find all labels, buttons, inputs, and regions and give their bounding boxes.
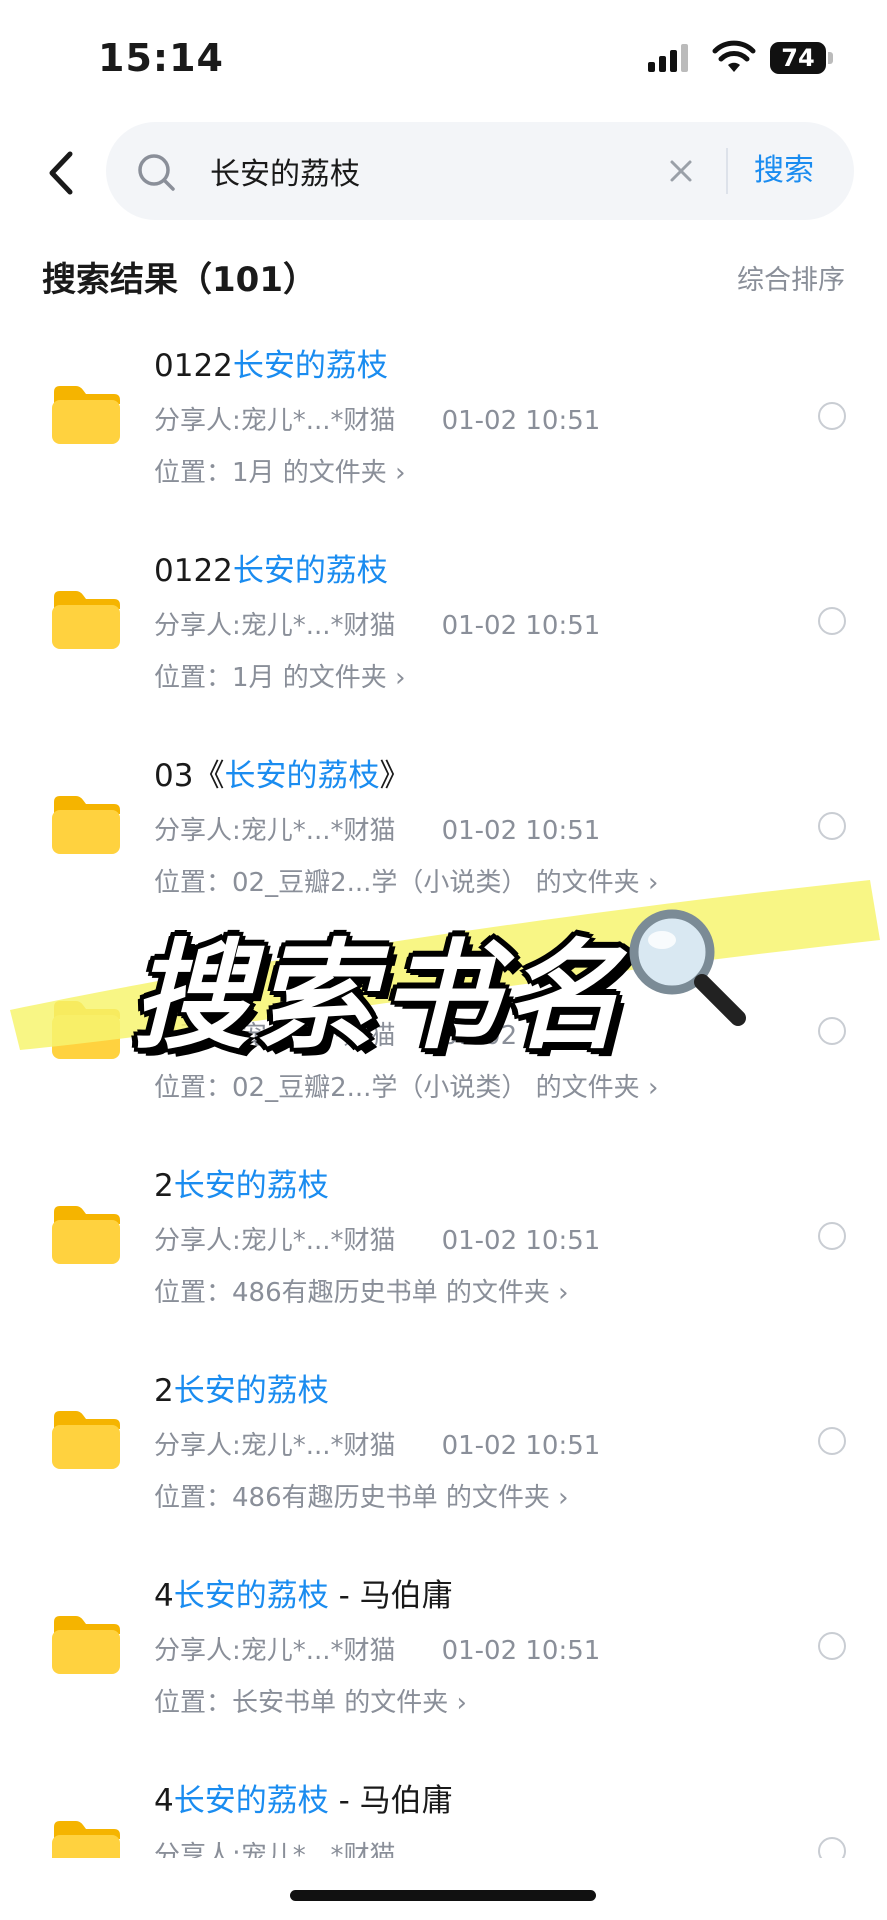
list-item[interactable]: 0122长安的荔枝 分享人:宠儿*...*财猫 01-02 10:51 位置：1月…: [0, 523, 887, 728]
item-meta: 分享人:宠儿*...*财猫 01-02 10:51: [154, 1431, 601, 1461]
wifi-icon: [712, 40, 756, 72]
list-item[interactable]: 2长安的荔枝 分享人:宠儿*...*财猫 01-02 10:51 位置：486有趣…: [0, 1138, 887, 1343]
folder-icon: [52, 1206, 120, 1264]
list-item[interactable]: 分享人:宠儿*...*财猫 01-02 10:51 位置：02_豆瓣2...学（小…: [0, 933, 887, 1138]
status-bar: 15:14 74: [0, 0, 887, 110]
folder-icon: [52, 386, 120, 444]
select-radio[interactable]: [818, 1632, 846, 1660]
item-location-link[interactable]: 位置：1月 的文件夹 ›: [154, 452, 405, 489]
back-arrow-icon[interactable]: [42, 148, 82, 198]
select-radio[interactable]: [818, 1427, 846, 1455]
list-item[interactable]: 4长安的荔枝 - 马伯庸 分享人:宠儿*...*财猫 01-02 10:51 位置…: [0, 1548, 887, 1753]
item-location-link[interactable]: 位置：02_豆瓣2...学（小说类） 的文件夹 ›: [154, 1067, 658, 1104]
folder-icon: [52, 1411, 120, 1469]
item-meta: 分享人:宠儿*...*财猫: [154, 1841, 396, 1858]
item-location-link[interactable]: 位置：02_豆瓣2...学（小说类） 的文件夹 ›: [154, 862, 658, 899]
item-meta: 分享人:宠儿*...*财猫 01-02 10:51: [154, 611, 601, 641]
item-meta: 分享人:宠儿*...*财猫 01-02 10:51: [154, 1636, 601, 1666]
cellular-signal-icon: [648, 44, 688, 72]
item-meta: 分享人:宠儿*...*财猫 01-02 10:51: [154, 1021, 601, 1051]
list-item[interactable]: 2长安的荔枝 分享人:宠儿*...*财猫 01-02 10:51 位置：486有趣…: [0, 1343, 887, 1548]
select-radio[interactable]: [818, 402, 846, 430]
list-item[interactable]: 03《长安的荔枝》 分享人:宠儿*...*财猫 01-02 10:51 位置：02…: [0, 728, 887, 933]
folder-icon: [52, 796, 120, 854]
folder-icon: [52, 1616, 120, 1674]
sort-button[interactable]: 综合排序: [737, 258, 845, 297]
select-radio[interactable]: [818, 1837, 846, 1858]
item-location-link[interactable]: 位置：486有趣历史书单 的文件夹 ›: [154, 1477, 569, 1514]
item-title: 0122长安的荔枝: [154, 348, 388, 384]
battery-level: 74: [770, 42, 826, 74]
item-location-link[interactable]: 位置：486有趣历史书单 的文件夹 ›: [154, 1272, 569, 1309]
item-title: 4长安的荔枝 - 马伯庸: [154, 1578, 453, 1614]
item-meta: 分享人:宠儿*...*财猫 01-02 10:51: [154, 816, 601, 846]
item-meta: 分享人:宠儿*...*财猫 01-02 10:51: [154, 1226, 601, 1256]
select-radio[interactable]: [818, 607, 846, 635]
battery-icon: 74: [770, 42, 834, 74]
item-title: 4长安的荔枝 - 马伯庸: [154, 1783, 453, 1819]
results-list: 0122长安的荔枝 分享人:宠儿*...*财猫 01-02 10:51 位置：1月…: [0, 318, 887, 1858]
item-title: 03《长安的荔枝》: [154, 758, 411, 794]
select-radio[interactable]: [818, 1017, 846, 1045]
clear-icon[interactable]: [662, 152, 700, 190]
status-time: 15:14: [98, 36, 224, 80]
item-title: 2长安的荔枝: [154, 1373, 329, 1409]
folder-icon: [52, 1821, 120, 1858]
list-item[interactable]: 0122长安的荔枝 分享人:宠儿*...*财猫 01-02 10:51 位置：1月…: [0, 318, 887, 523]
item-title: 2长安的荔枝: [154, 1168, 329, 1204]
folder-icon: [52, 1001, 120, 1059]
search-divider: [726, 148, 728, 194]
search-input[interactable]: [210, 144, 730, 198]
select-radio[interactable]: [818, 812, 846, 840]
item-meta: 分享人:宠儿*...*财猫 01-02 10:51: [154, 406, 601, 436]
search-bar: 搜索: [106, 122, 854, 220]
list-item[interactable]: 4长安的荔枝 - 马伯庸 分享人:宠儿*...*财猫: [0, 1753, 887, 1858]
home-indicator[interactable]: [290, 1890, 596, 1901]
item-location-link[interactable]: 位置：1月 的文件夹 ›: [154, 657, 405, 694]
folder-icon: [52, 591, 120, 649]
select-radio[interactable]: [818, 1222, 846, 1250]
results-title: 搜索结果（101）: [42, 260, 317, 300]
search-icon: [138, 154, 175, 191]
item-title: 0122长安的荔枝: [154, 553, 388, 589]
item-location-link[interactable]: 位置：长安书单 的文件夹 ›: [154, 1682, 467, 1719]
search-button[interactable]: 搜索: [754, 146, 814, 196]
